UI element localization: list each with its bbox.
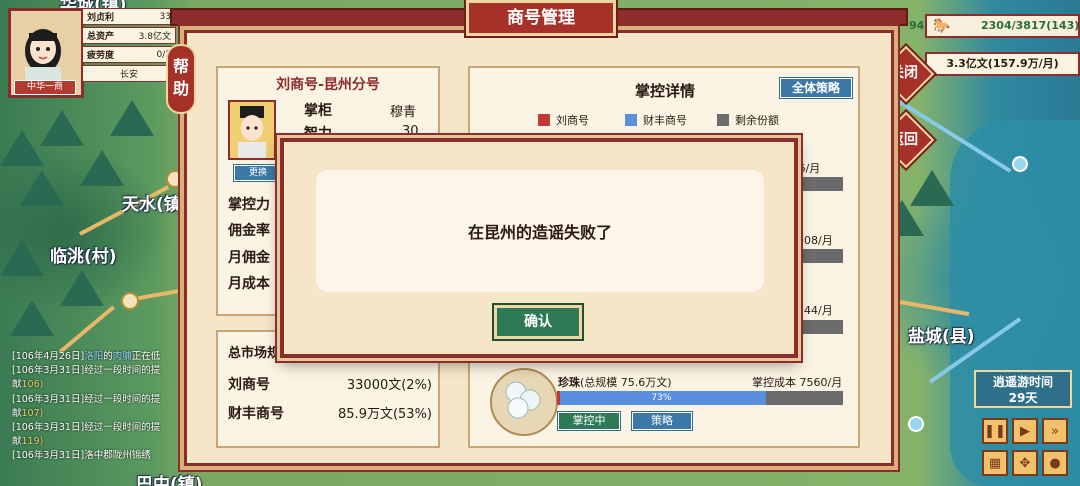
manager-value: 穆青 <box>390 105 417 120</box>
city-yancheng[interactable]: 盐城(县) <box>908 322 975 347</box>
control-progress-bar: 73% <box>557 391 843 405</box>
manager-face-icon <box>238 106 266 158</box>
mountain-icon <box>20 170 64 206</box>
legend-swatch <box>717 114 729 126</box>
footprint-icon[interactable]: ✥ <box>1012 450 1038 476</box>
city-bazhong[interactable]: 巴中(镇) <box>136 470 203 486</box>
market-row-label: 刘商号 <box>228 377 270 393</box>
market-row-value: 33000文(2%) <box>346 378 432 393</box>
legend-swatch <box>625 114 637 126</box>
pearl-icon <box>490 368 558 436</box>
pause-icon[interactable]: ❚❚ <box>982 418 1008 444</box>
branch-title: 刘商号-昆州分号 <box>276 77 380 93</box>
money-bar: 3.3亿文(157.9万/月) <box>925 52 1080 76</box>
log-entry: [106年3月31日]经过一段时间的提 <box>12 422 161 434</box>
map-node[interactable] <box>1012 156 1028 172</box>
row-control-power: 掌控力 <box>228 197 270 213</box>
travel-time-label: 逍遥游时间 <box>992 375 1053 389</box>
player-stats: 刘贞利 33 总资产 3.8亿文 疲劳度 0/3 长安 <box>82 8 176 84</box>
mountain-icon <box>0 130 44 166</box>
item-name: 珍珠 <box>558 376 580 389</box>
event-log[interactable]: [106年4月26日]洛阳的肉脯正在低 [106年3月31日]经过一段时间的提 … <box>12 350 192 464</box>
all-strategy-button[interactable]: 全体策略 <box>780 78 852 98</box>
log-entry: 献107) <box>12 407 44 419</box>
road <box>58 305 115 354</box>
log-entry: [106年3月31日]洛中郡陇州锦绣 <box>12 450 151 462</box>
pearls-glyph <box>505 381 541 419</box>
intellect-value: 30 <box>402 124 419 139</box>
player-share-marker <box>557 391 560 405</box>
map-node[interactable] <box>166 170 184 188</box>
stat-location: 长安 <box>82 65 176 82</box>
strategy-button[interactable]: 策略 <box>632 412 692 430</box>
log-entry: [106年3月31日]经过一段时间的提 <box>12 365 161 377</box>
city-tianshui[interactable]: 天水(镇) <box>122 190 189 215</box>
control-progress-fill: 73% <box>557 391 766 405</box>
map-node[interactable] <box>121 292 139 310</box>
transport-value: 2304/3817(143) <box>981 19 1080 32</box>
log-entry: 献106) <box>12 379 44 391</box>
help-button[interactable]: 帮助 <box>166 44 196 114</box>
avatar-portrait-icon <box>25 29 61 83</box>
stat-fatigue: 疲劳度 0/3 <box>82 46 176 63</box>
player-title-badge: 中华一商 <box>14 80 76 95</box>
replace-manager-button[interactable]: 更换 <box>234 165 282 181</box>
legend-label: 财丰商号 <box>643 114 687 127</box>
map-pin-icon[interactable]: ● <box>1042 450 1068 476</box>
confirm-button[interactable]: 确认 <box>494 305 582 339</box>
item-cost: 掌控成本 7560/月 <box>752 376 843 389</box>
travel-time-box: 逍遥游时间 29天 <box>974 370 1072 408</box>
transport-bar: 94 🐎 2304/3817(143) <box>909 14 1080 38</box>
map-node[interactable] <box>908 416 924 432</box>
market-row-label: 财丰商号 <box>228 406 284 422</box>
transport-prefix: 94 <box>909 19 925 32</box>
log-entry: 献119) <box>12 436 44 448</box>
mountain-icon <box>10 300 54 336</box>
manager-portrait <box>228 100 276 160</box>
log-entry: [106年4月26日]洛阳的肉脯正在低 <box>12 351 161 362</box>
play-icon[interactable]: ▶ <box>1012 418 1038 444</box>
dialog-title: 商号管理 <box>466 0 616 36</box>
help-label: 帮助 <box>172 57 189 98</box>
mountain-icon <box>40 110 84 146</box>
item-scale: (总规模 75.6万文) <box>580 376 672 389</box>
row-monthly-cost: 月成本 <box>228 276 270 292</box>
legend-label: 刘商号 <box>556 114 589 127</box>
item-name-line: 珍珠(总规模 75.6万文) <box>558 374 672 390</box>
cart-icon: 🐎 <box>933 18 951 34</box>
popup-message: 在昆州的造谣失败了 <box>467 223 612 242</box>
travel-time-days: 29天 <box>1008 391 1038 405</box>
mountain-icon <box>0 240 44 276</box>
control-detail-title: 掌控详情 <box>634 82 695 100</box>
city-lintao[interactable]: 临洮(村) <box>50 242 117 267</box>
stat-assets: 总资产 3.8亿文 <box>82 27 176 44</box>
legend-swatch <box>538 114 550 126</box>
mountain-icon <box>80 150 124 186</box>
mountain-icon <box>110 100 154 136</box>
stat-name: 刘贞利 33 <box>82 8 176 25</box>
manager-label: 掌柜 <box>304 103 332 119</box>
row-commission-rate: 佣金率 <box>228 223 270 239</box>
mountain-icon <box>60 270 104 306</box>
crate-icon[interactable]: ▦ <box>982 450 1008 476</box>
legend: 刘商号 财丰商号 剩余份额 <box>538 112 779 128</box>
legend-label: 剩余份额 <box>735 114 779 127</box>
in-control-button[interactable]: 掌控中 <box>558 412 620 430</box>
fast-forward-icon[interactable]: » <box>1042 418 1068 444</box>
market-title: 总市场规 <box>228 346 281 361</box>
row-monthly-commission: 月佣金 <box>228 250 270 266</box>
log-entry: [106年3月31日]经过一段时间的提 <box>12 393 161 405</box>
market-row-value: 85.9万文(53%) <box>338 407 432 422</box>
